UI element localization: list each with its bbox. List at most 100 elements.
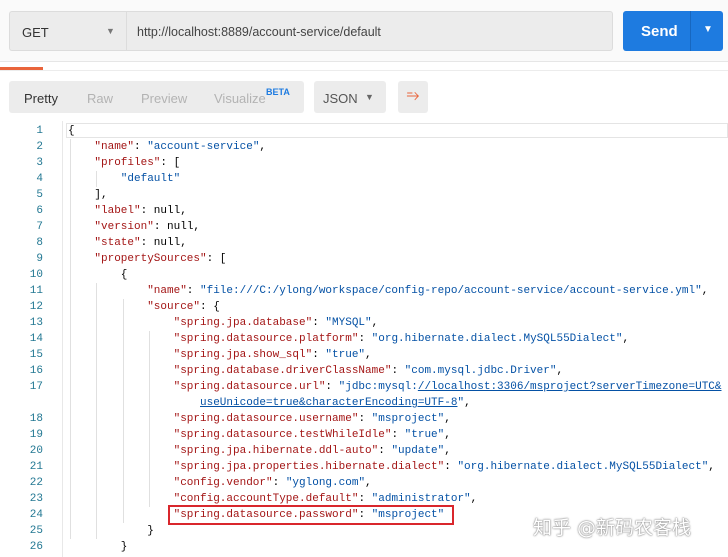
- json-value: "org.hibernate.dialect.MySQL55Dialect": [457, 461, 709, 473]
- json-punctuation: : null,: [140, 237, 187, 249]
- code-line: 2 "name": "account-service",: [0, 139, 728, 155]
- tab-visualize[interactable]: Visualize: [214, 91, 266, 106]
- highlight-box: [168, 505, 454, 525]
- code-line: 4 "default": [0, 171, 728, 187]
- code-text: "spring.jpa.properties.hibernate.dialect…: [174, 459, 715, 475]
- response-toolbar: Pretty Raw Preview Visualize BETA JSON ▼ …: [0, 70, 728, 120]
- code-text: "spring.jpa.show_sql": "true",: [174, 347, 372, 363]
- code-line: 22 "config.vendor": "yglong.com",: [0, 475, 728, 491]
- method-select[interactable]: GET ▼: [9, 11, 126, 51]
- tab-raw[interactable]: Raw: [87, 91, 113, 106]
- code-line: 10 {: [0, 267, 728, 283]
- json-punctuation: ,: [365, 477, 372, 489]
- send-options-chevron-icon[interactable]: ▼: [703, 24, 713, 35]
- code-line: 12 "source": {: [0, 299, 728, 315]
- format-select[interactable]: JSON ▼: [314, 81, 386, 113]
- code-line: 17 "spring.datasource.url": "jdbc:mysql:/…: [0, 379, 728, 395]
- line-number: 4: [36, 173, 43, 185]
- json-value[interactable]: //localhost:3306/msproject?serverTimezon…: [418, 381, 722, 393]
- format-value: JSON: [323, 91, 358, 106]
- json-value: "com.mysql.jdbc.Driver": [404, 365, 557, 377]
- code-text: }: [121, 539, 128, 555]
- indent-guide: [122, 299, 124, 523]
- json-punctuation: :: [391, 365, 405, 377]
- json-value: "jdbc:mysql:: [338, 381, 418, 393]
- json-value: "update": [391, 445, 445, 457]
- wrap-lines-button[interactable]: ⥱: [398, 81, 428, 113]
- json-punctuation: ,: [259, 141, 267, 153]
- json-punctuation: ,: [701, 285, 709, 297]
- json-key: "spring.jpa.show_sql": [173, 349, 313, 361]
- code-line: 14 "spring.datasource.platform": "org.hib…: [0, 331, 728, 347]
- code-line: 7 "version": null,: [0, 219, 728, 235]
- view-mode-group: Pretty Raw Preview Visualize BETA: [9, 81, 304, 113]
- json-value: "true": [404, 429, 445, 441]
- divider: [690, 11, 691, 51]
- line-number: 26: [29, 541, 43, 553]
- json-key: "profiles": [94, 157, 161, 169]
- line-number: 10: [29, 269, 43, 281]
- json-key: "spring.jpa.hibernate.ddl-auto": [173, 445, 379, 457]
- json-punctuation: : [: [160, 157, 181, 169]
- json-punctuation: {: [68, 125, 75, 137]
- code-text: {: [121, 267, 128, 283]
- json-key: "name": [147, 285, 187, 297]
- code-line: 21 "spring.jpa.properties.hibernate.diale…: [0, 459, 728, 475]
- json-punctuation: ,: [365, 349, 372, 361]
- code-line: 26}: [0, 539, 728, 555]
- json-key: "spring.jpa.database": [173, 317, 313, 329]
- tab-preview[interactable]: Preview: [141, 91, 187, 106]
- json-punctuation: ,: [371, 317, 379, 329]
- code-line: 20 "spring.jpa.hibernate.ddl-auto": "upda…: [0, 443, 728, 459]
- code-text: "label": null,: [94, 203, 186, 219]
- line-number: 24: [29, 509, 43, 521]
- json-punctuation: :: [358, 333, 372, 345]
- json-punctuation: :: [325, 381, 339, 393]
- json-key: "state": [94, 237, 141, 249]
- code-text: "config.vendor": "yglong.com",: [174, 475, 372, 491]
- code-text: "spring.datasource.url": "jdbc:mysql://l…: [174, 379, 722, 395]
- line-number: 23: [29, 493, 43, 505]
- json-punctuation: :: [272, 477, 286, 489]
- json-punctuation: }: [120, 541, 128, 553]
- json-punctuation: :: [358, 413, 372, 425]
- send-button[interactable]: Send ▼: [623, 11, 723, 51]
- code-text: "source": {: [147, 299, 220, 315]
- json-punctuation: ,: [444, 413, 451, 425]
- json-punctuation: :: [186, 285, 200, 297]
- url-input[interactable]: http://localhost:8889/account-service/de…: [126, 11, 613, 51]
- code-line: 3 "profiles": [: [0, 155, 728, 171]
- request-bar: GET ▼ http://localhost:8889/account-servi…: [0, 0, 728, 62]
- code-text: "spring.datasource.platform": "org.hiber…: [174, 331, 630, 347]
- json-key: "name": [94, 141, 134, 153]
- wrap-lines-icon: ⥱: [406, 87, 420, 104]
- json-value: "MYSQL": [325, 317, 372, 329]
- json-value[interactable]: useUnicode=true&characterEncoding=UTF-8: [200, 397, 457, 409]
- method-value: GET: [22, 25, 49, 40]
- tab-pretty[interactable]: Pretty: [24, 91, 58, 106]
- code-text: "state": null,: [94, 235, 186, 251]
- json-value: "yglong.com": [285, 477, 366, 489]
- response-body-editor[interactable]: 1{2 "name": "account-service", 3 "profiles"…: [0, 121, 728, 557]
- json-punctuation: :: [444, 461, 458, 473]
- line-number: 21: [29, 461, 43, 473]
- json-punctuation: : null,: [153, 221, 201, 233]
- line-number: 12: [29, 301, 43, 313]
- code-text: ],: [94, 187, 107, 203]
- line-number: 19: [29, 429, 43, 441]
- code-text: useUnicode=true&characterEncoding=UTF-8"…: [200, 395, 471, 411]
- json-punctuation: ,: [622, 333, 630, 345]
- code-text: "version": null,: [94, 219, 200, 235]
- json-punctuation: : null,: [140, 205, 187, 217]
- json-key: "version": [94, 221, 154, 233]
- beta-badge: BETA: [266, 87, 290, 97]
- json-punctuation: :: [312, 349, 326, 361]
- indent-guide: [149, 331, 151, 507]
- code-line: 5],: [0, 187, 728, 203]
- json-key: "spring.database.driverClassName": [173, 365, 392, 377]
- json-punctuation: ,: [464, 397, 471, 409]
- json-key: "propertySources": [94, 253, 207, 265]
- json-key: "spring.datasource.username": [173, 413, 359, 425]
- line-number: 14: [29, 333, 43, 345]
- line-number: 3: [36, 157, 43, 169]
